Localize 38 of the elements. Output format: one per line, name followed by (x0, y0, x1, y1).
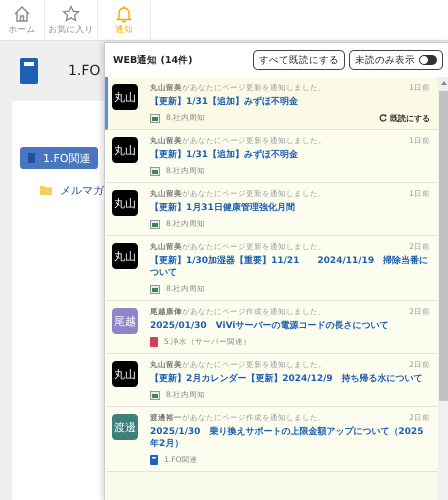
folder-icon (40, 185, 52, 195)
notification-title-link[interactable]: 【更新】1/31【追加】みずほ不明金 (150, 94, 430, 111)
refresh-icon (379, 114, 387, 122)
home-icon (13, 4, 31, 22)
notification-title-link[interactable]: 【更新】2月カレンダー【更新】2024/12/9 持ち帰る水について (150, 371, 430, 388)
notification-title-link[interactable]: 【更新】1/31【追加】みずほ不明金 (150, 147, 430, 164)
book-icon (150, 455, 158, 465)
switch[interactable] (419, 55, 437, 65)
popup-title: WEB通知 (14件) (113, 54, 194, 66)
notification-title-link[interactable]: 【更新】1/30加湿器【重要】11/21 2024/11/19 掃除当番について (150, 253, 430, 282)
page-icon (150, 390, 160, 400)
book-icon (150, 337, 158, 347)
avatar: 渡邊 (112, 414, 138, 440)
scrollbar[interactable] (438, 77, 448, 500)
avatar: 丸山 (112, 243, 138, 269)
star-icon (62, 4, 80, 22)
page-icon (150, 220, 160, 228)
book-icon (28, 153, 35, 163)
mark-all-read-button[interactable]: すべて既読にする (253, 50, 345, 70)
nav-tab[interactable]: お気に入り (45, 0, 98, 40)
avatar: 尾越 (112, 308, 138, 334)
unread-only-toggle[interactable]: 未読のみ表示 (349, 50, 443, 70)
avatar: 丸山 (112, 361, 138, 387)
avatar: 丸山 (112, 190, 138, 216)
notification-title-link[interactable]: 2025/01/30 ViViサーバーの電源コードの長さについて (150, 318, 430, 335)
avatar: 丸山 (112, 84, 138, 110)
bell-icon (115, 4, 133, 22)
nav-tab[interactable]: ホーム (0, 0, 45, 40)
book-icon (20, 58, 38, 84)
notification-title-link[interactable]: 2025/1/30 乗り換えサポートの上限金額アップについて（2025年2月） (150, 424, 430, 453)
mark-read-button[interactable]: 既読にする (379, 112, 430, 124)
page-title: 1.FO (68, 63, 100, 79)
page-icon (150, 114, 160, 122)
page-icon (150, 284, 160, 294)
page-icon (150, 166, 160, 176)
notification-title-link[interactable]: 【更新】1月31日健康管理強化月間 (150, 200, 430, 217)
tree-item[interactable]: 1.FO関連 (20, 147, 98, 169)
avatar: 丸山 (112, 137, 138, 163)
